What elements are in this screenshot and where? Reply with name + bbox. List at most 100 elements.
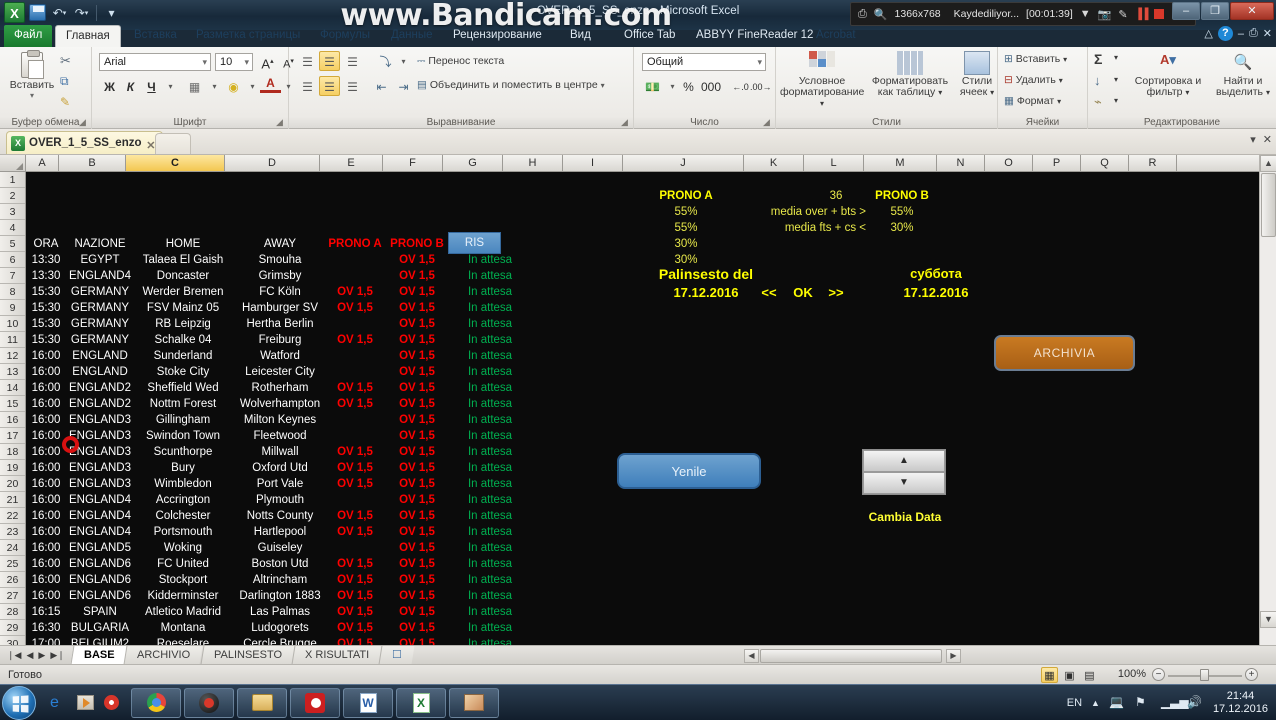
fill-color-icon[interactable]: ◉ (223, 77, 244, 97)
sheet-nav-arrows[interactable]: ❘◀ ◀ ▶ ▶❘ (0, 650, 72, 661)
network-icon[interactable]: 💻 (1109, 695, 1126, 712)
table-row[interactable]: 13:30 ENGLAND4 Doncaster Grimsby OV 1,5 In at… (26, 268, 526, 284)
page-break-view-icon[interactable]: ▤ (1081, 667, 1098, 683)
underline-button[interactable]: Ч (141, 77, 162, 97)
align-left-icon[interactable]: ☰ (297, 77, 318, 97)
action-center-icon[interactable]: ⚑ (1135, 695, 1152, 712)
tab-bar-close-icon[interactable]: ✕ (1263, 133, 1272, 146)
taskbar-explorer[interactable] (237, 687, 287, 718)
table-row[interactable]: 16:00 ENGLAND Stoke City Leicester City OV 1… (26, 364, 526, 380)
align-top-icon[interactable]: ☰ (297, 52, 318, 72)
clipboard-dialog-launcher[interactable]: ◢ (79, 118, 88, 127)
select-all-corner[interactable] (0, 155, 26, 171)
table-row[interactable]: 15:30 GERMANY Werder Bremen FC Köln OV 1,5 OV… (26, 284, 526, 300)
tab-home[interactable]: Главная (55, 25, 121, 47)
taskbar-excel[interactable]: X (396, 687, 446, 718)
column-header-q[interactable]: Q (1081, 155, 1129, 171)
orientation-dropdown-icon[interactable]: ▾ (393, 52, 414, 72)
row-header[interactable]: 21 (0, 492, 25, 508)
table-row[interactable]: 16:30 BULGARIA Montana Ludogorets OV 1,5 OV 1… (26, 620, 526, 636)
table-row[interactable]: 16:00 ENGLAND6 FC United Boston Utd OV 1,5 OV… (26, 556, 526, 572)
pencil-icon[interactable]: ✎ (1118, 8, 1127, 21)
decrease-decimal-icon[interactable]: .00→ (750, 77, 772, 97)
table-row[interactable]: 16:00 ENGLAND3 Swindon Town Fleetwood OV 1,5… (26, 428, 526, 444)
minimize-button[interactable]: – (1172, 2, 1200, 20)
column-header-i[interactable]: I (563, 155, 623, 171)
view-mode-buttons[interactable]: ▦ ▣ ▤ (1041, 667, 1098, 683)
zoom-icon[interactable]: 🔍 (874, 8, 888, 21)
delete-cells-button[interactable]: ⊟ Удалить ▾ (1004, 74, 1063, 86)
taskbar-buttons[interactable]: W X (131, 687, 499, 718)
paste-button[interactable]: Вставить ▾ (6, 50, 58, 100)
restore-button[interactable]: ❐ (1201, 2, 1229, 20)
tab-file[interactable]: Файл (4, 25, 52, 47)
column-header-m[interactable]: M (864, 155, 937, 171)
font-name-input[interactable]: Arial (99, 53, 211, 71)
archivia-button[interactable]: ARCHIVIA (994, 335, 1135, 371)
tab-view[interactable]: Вид (560, 25, 601, 47)
zoom-slider-thumb[interactable] (1200, 669, 1209, 681)
tab-office-tab[interactable]: Office Tab (614, 25, 685, 47)
column-header-r[interactable]: R (1129, 155, 1177, 171)
table-row[interactable]: 16:00 ENGLAND4 Colchester Notts County OV 1,… (26, 508, 526, 524)
column-header-j[interactable]: J (623, 155, 744, 171)
sheet-nav-next[interactable]: ▶ (38, 650, 45, 661)
ribbon-help-controls[interactable]: △ ? ‒ ⎙ ✕ (1204, 26, 1272, 41)
tab-finereader[interactable]: ABBYY FineReader 12 (686, 25, 823, 47)
row-header[interactable]: 16 (0, 412, 25, 428)
align-right-icon[interactable]: ☰ (342, 77, 363, 97)
fill-icon[interactable]: ↓ (1094, 73, 1101, 88)
pause-icon[interactable]: ▐▐ (1135, 8, 1149, 20)
merge-center-button[interactable]: ▤ Объединить и поместить в центре ▾ (417, 79, 605, 91)
alignment-dialog-launcher[interactable]: ◢ (621, 118, 630, 127)
chevron-down-icon[interactable]: ▼ (1080, 8, 1091, 20)
row-header[interactable]: 25 (0, 556, 25, 572)
row-header[interactable]: 18 (0, 444, 25, 460)
column-headers[interactable]: A B C D E F G H I J K L M N O P Q R (0, 155, 1259, 172)
doc-close-icon[interactable]: ✕ (1263, 27, 1272, 40)
quick-launch-area[interactable]: e (50, 694, 119, 711)
row-header[interactable]: 26 (0, 572, 25, 588)
borders-icon[interactable]: ▦ (184, 77, 205, 97)
office-tab-active[interactable]: X OVER_1_5_SS_enzo ✕ (6, 131, 163, 154)
clear-dropdown-icon[interactable]: ▾ (1114, 96, 1118, 105)
sheet-nav-first[interactable]: ❘◀ (7, 650, 21, 661)
tab-insert[interactable]: Вставка (124, 25, 187, 47)
format-as-table-button[interactable]: Форматировать как таблицу ▾ (868, 51, 952, 98)
internet-explorer-icon[interactable]: e (50, 694, 67, 711)
clear-icon[interactable]: ⌁ (1094, 94, 1102, 110)
table-row[interactable]: 15:30 GERMANY RB Leipzig Hertha Berlin OV 1,… (26, 316, 526, 332)
column-header-o[interactable]: O (985, 155, 1033, 171)
column-header-p[interactable]: P (1033, 155, 1081, 171)
column-header-f[interactable]: F (383, 155, 443, 171)
row-header[interactable]: 14 (0, 380, 25, 396)
show-hidden-icons-icon[interactable]: ▲ (1091, 698, 1100, 708)
sheet-nav-prev[interactable]: ◀ (26, 650, 33, 661)
row-header[interactable]: 5 (0, 236, 25, 252)
row-header[interactable]: 3 (0, 204, 25, 220)
table-row[interactable]: 16:00 ENGLAND4 Accrington Plymouth OV 1,5 In … (26, 492, 526, 508)
table-row[interactable]: 16:00 ENGLAND3 Scunthorpe Millwall OV 1,5 OV … (26, 444, 526, 460)
table-row[interactable]: 16:00 ENGLAND Sunderland Watford OV 1,5 In at… (26, 348, 526, 364)
scroll-down-button[interactable]: ▼ (1260, 611, 1276, 628)
table-row[interactable]: 16:00 ENGLAND6 Stockport Altrincham OV 1,5 OV… (26, 572, 526, 588)
tab-review[interactable]: Рецензирование (443, 25, 552, 47)
row-header[interactable]: 15 (0, 396, 25, 412)
normal-view-icon[interactable]: ▦ (1041, 667, 1058, 683)
language-indicator[interactable]: EN (1067, 697, 1082, 709)
sheet-tab-palinsesto[interactable]: PALINSESTO (200, 646, 295, 664)
format-painter-icon[interactable]: ✎ (60, 95, 70, 109)
bold-button[interactable]: Ж (99, 77, 120, 97)
row-headers[interactable]: 1 2 3 4 5 6 7 8 9 10 11 12 13 14 15 16 1… (0, 172, 26, 652)
office-tab-bar[interactable]: X OVER_1_5_SS_enzo ✕ ▾ ✕ (0, 129, 1276, 155)
spreadsheet-grid[interactable]: A B C D E F G H I J K L M N O P Q R 1 2 … (0, 155, 1276, 652)
hscroll-right-button[interactable]: ▶ (946, 649, 961, 663)
align-middle-icon[interactable]: ☰ (319, 51, 340, 71)
nav-ok-button[interactable]: OK (786, 285, 820, 301)
taskbar-clock[interactable]: 21:44 17.12.2016 (1213, 690, 1268, 716)
refresh-button[interactable]: Yenile (617, 453, 761, 489)
underline-dropdown-icon[interactable]: ▾ (160, 77, 181, 97)
table-row[interactable]: 16:00 ENGLAND3 Gillingham Milton Keynes OV 1… (26, 412, 526, 428)
scroll-up-button[interactable]: ▲ (1260, 155, 1276, 172)
nav-prev-button[interactable]: << (751, 285, 787, 301)
